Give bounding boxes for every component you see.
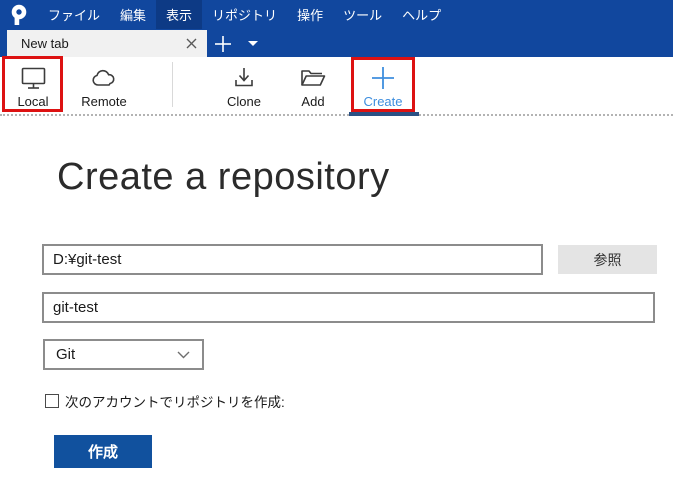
titlebar: ファイル 編集 表示 リポジトリ 操作 ツール ヘルプ — [0, 0, 673, 29]
tab-title: New tab — [21, 36, 184, 51]
menubar: ファイル 編集 表示 リポジトリ 操作 ツール ヘルプ — [38, 0, 451, 29]
active-toolbar-tab-underline — [349, 112, 419, 116]
toolbar-button-add[interactable]: Add — [285, 63, 341, 109]
menu-item-file[interactable]: ファイル — [38, 0, 110, 29]
toolbar-label-remote: Remote — [81, 94, 127, 109]
repository-type-value: Git — [56, 346, 177, 363]
toolbar-button-remote[interactable]: Remote — [76, 63, 132, 109]
toolbar-label-clone: Clone — [227, 94, 261, 109]
plus-icon — [371, 63, 395, 91]
tabbar: New tab — [0, 29, 673, 57]
account-checkbox[interactable] — [45, 394, 59, 408]
caret-down-icon — [248, 41, 258, 46]
close-icon[interactable] — [184, 37, 198, 51]
tab-list-button[interactable] — [243, 32, 263, 55]
menu-item-edit[interactable]: 編集 — [110, 0, 156, 29]
menu-item-actions[interactable]: 操作 — [287, 0, 333, 29]
account-checkbox-label: 次のアカウントでリポジトリを作成: — [65, 391, 285, 411]
account-checkbox-row: 次のアカウントでリポジトリを作成: — [45, 391, 285, 411]
sourcetree-logo-icon — [8, 3, 30, 27]
toolbar-button-clone[interactable]: Clone — [216, 63, 272, 109]
chevron-down-icon — [177, 351, 190, 359]
plus-icon — [214, 35, 232, 53]
menu-item-repository[interactable]: リポジトリ — [202, 0, 287, 29]
menu-item-help[interactable]: ヘルプ — [392, 0, 451, 29]
toolbar-label-local: Local — [17, 94, 48, 109]
new-tab-button[interactable] — [211, 32, 235, 55]
page-title: Create a repository — [57, 156, 390, 199]
sourcetree-window: ファイル 編集 表示 リポジトリ 操作 ツール ヘルプ New tab — [0, 0, 673, 480]
repository-name-input[interactable] — [42, 292, 655, 323]
toolbar-button-create[interactable]: Create — [355, 63, 411, 109]
tab-new-tab[interactable]: New tab — [7, 30, 207, 57]
menu-item-tools[interactable]: ツール — [333, 0, 392, 29]
download-icon — [231, 63, 257, 91]
toolbar-separator — [172, 62, 173, 107]
create-button[interactable]: 作成 — [54, 435, 152, 468]
toolbar: Local Remote Clone — [0, 57, 673, 116]
browse-button[interactable]: 参照 — [558, 245, 657, 274]
folder-icon — [299, 63, 327, 91]
cloud-icon — [90, 63, 118, 91]
destination-path-input[interactable] — [42, 244, 543, 275]
menu-item-view[interactable]: 表示 — [156, 0, 202, 29]
repository-type-select[interactable]: Git — [43, 339, 204, 370]
toolbar-button-local[interactable]: Local — [5, 63, 61, 109]
toolbar-label-add: Add — [301, 94, 324, 109]
toolbar-label-create: Create — [363, 94, 402, 109]
monitor-icon — [20, 63, 47, 91]
